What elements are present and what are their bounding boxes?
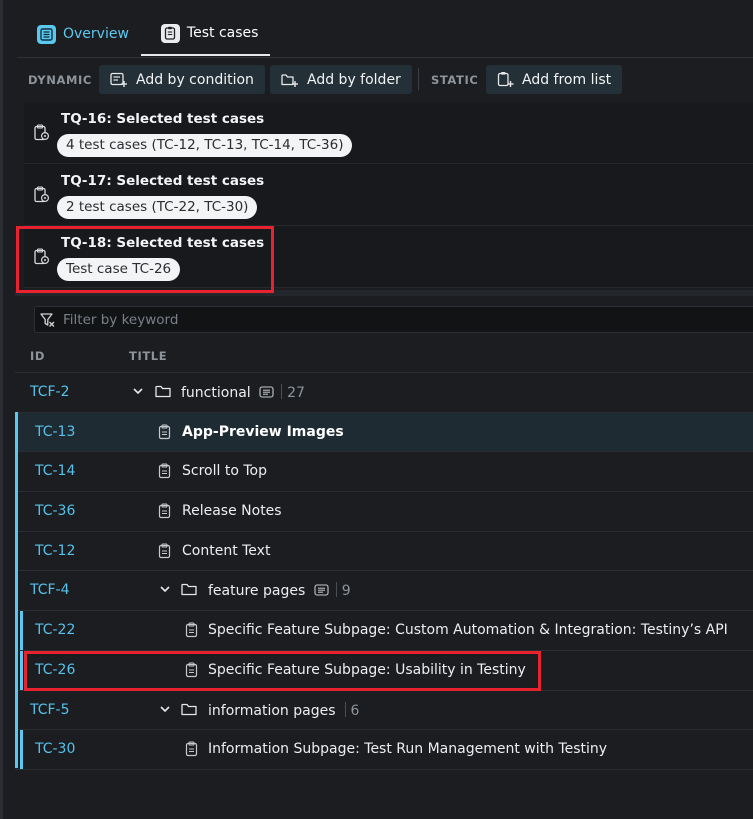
count-divider bbox=[344, 701, 346, 717]
table-row[interactable]: TC-12 Content Text bbox=[15, 532, 753, 572]
query-pill[interactable]: 2 test cases (TC-22, TC-30) bbox=[57, 196, 258, 219]
add-from-list-button[interactable]: Add from list bbox=[486, 65, 623, 94]
column-title-header[interactable]: TITLE bbox=[129, 349, 167, 363]
filter-bar bbox=[34, 306, 753, 333]
folder-label: feature pages 9 bbox=[208, 582, 351, 599]
count-divider bbox=[335, 582, 337, 598]
row-id[interactable]: TCF-4 bbox=[30, 582, 70, 598]
test-case-icon bbox=[185, 741, 198, 761]
query-pill[interactable]: 4 test cases (TC-12, TC-13, TC-14, TC-36… bbox=[57, 134, 353, 157]
folder-icon bbox=[155, 384, 172, 403]
clipboard-icon bbox=[160, 23, 180, 43]
query-clipboard-icon bbox=[34, 186, 50, 207]
tab-overview[interactable]: Overview bbox=[17, 12, 141, 56]
overview-icon bbox=[37, 24, 56, 44]
add-list-icon bbox=[497, 72, 514, 87]
add-from-list-label: Add from list bbox=[522, 71, 612, 88]
chevron-down-icon[interactable] bbox=[131, 384, 145, 402]
add-by-condition-label: Add by condition bbox=[136, 71, 254, 88]
folder-label: information pages 6 bbox=[208, 701, 360, 719]
highlight-box-query bbox=[16, 226, 274, 293]
test-case-icon bbox=[158, 424, 171, 444]
row-title: Scroll to Top bbox=[182, 463, 267, 480]
query-clipboard-icon bbox=[34, 124, 50, 145]
row-id[interactable]: TC-14 bbox=[35, 463, 75, 479]
tree-indent-line bbox=[15, 412, 18, 768]
table-row[interactable]: TC-14 Scroll to Top bbox=[15, 452, 753, 493]
chevron-down-icon[interactable] bbox=[158, 582, 172, 600]
query-item[interactable]: TQ-17: Selected test cases 2 test cases … bbox=[24, 164, 753, 226]
row-id[interactable]: TCF-5 bbox=[30, 702, 70, 718]
query-title: TQ-16: Selected test cases bbox=[61, 111, 265, 127]
description-icon bbox=[259, 386, 274, 398]
folder-icon bbox=[181, 702, 198, 721]
static-label: STATIC bbox=[431, 73, 479, 87]
row-title: App-Preview Images bbox=[182, 423, 344, 440]
query-toolbar: DYNAMIC Add by condition Add by folder S… bbox=[3, 58, 753, 100]
test-case-table: TCF-2 functional 27 TC-13 App-Preview Im… bbox=[15, 373, 753, 770]
row-title: Content Text bbox=[182, 542, 271, 559]
row-id[interactable]: TC-36 bbox=[35, 503, 75, 519]
row-title: Specific Feature Subpage: Custom Automat… bbox=[208, 622, 728, 639]
test-case-icon bbox=[158, 463, 171, 483]
tab-overview-label: Overview bbox=[63, 26, 129, 42]
tab-bar: Overview Test cases bbox=[17, 12, 271, 58]
count-divider bbox=[281, 384, 283, 399]
query-title: TQ-17: Selected test cases bbox=[61, 173, 265, 189]
test-case-icon bbox=[158, 503, 171, 523]
table-row[interactable]: TC-22 Specific Feature Subpage: Custom A… bbox=[15, 611, 753, 651]
folder-count: 27 bbox=[287, 385, 305, 401]
filter-input[interactable] bbox=[63, 311, 663, 328]
add-by-folder-label: Add by folder bbox=[307, 71, 401, 88]
test-case-icon bbox=[185, 622, 198, 642]
folder-row[interactable]: TCF-5 information pages 6 bbox=[15, 691, 753, 731]
folder-icon bbox=[181, 582, 198, 601]
tab-test-cases[interactable]: Test cases bbox=[140, 12, 271, 56]
row-title: Release Notes bbox=[182, 503, 282, 520]
row-id[interactable]: TC-12 bbox=[35, 543, 75, 559]
test-case-icon bbox=[158, 543, 171, 563]
folder-row[interactable]: TCF-2 functional 27 bbox=[15, 373, 753, 413]
table-row[interactable]: TC-30 Information Subpage: Test Run Mana… bbox=[15, 730, 753, 770]
folder-count: 6 bbox=[350, 702, 360, 719]
folder-row[interactable]: TCF-4 feature pages 9 bbox=[15, 571, 753, 612]
add-by-folder-button[interactable]: Add by folder bbox=[270, 65, 412, 94]
column-id-header[interactable]: ID bbox=[30, 349, 45, 363]
row-title: Information Subpage: Test Run Management… bbox=[208, 741, 608, 758]
toolbar-separator bbox=[418, 68, 419, 90]
add-by-condition-button[interactable]: Add by condition bbox=[99, 65, 265, 94]
folder-name: feature pages bbox=[208, 583, 306, 600]
table-row[interactable]: TC-13 App-Preview Images bbox=[15, 412, 753, 453]
chevron-down-icon[interactable] bbox=[158, 702, 172, 720]
description-icon bbox=[314, 584, 329, 596]
folder-name: information pages bbox=[208, 702, 336, 719]
query-item[interactable]: TQ-16: Selected test cases 4 test cases … bbox=[24, 102, 753, 164]
row-id[interactable]: TC-22 bbox=[35, 622, 75, 638]
add-condition-icon bbox=[110, 72, 127, 87]
folder-name: functional bbox=[181, 385, 251, 401]
row-id[interactable]: TC-13 bbox=[35, 424, 75, 440]
folder-label: functional 27 bbox=[181, 384, 305, 401]
add-folder-icon bbox=[281, 73, 298, 87]
dynamic-label: DYNAMIC bbox=[28, 73, 92, 87]
table-header: ID TITLE bbox=[15, 340, 753, 373]
tab-test-cases-label: Test cases bbox=[186, 25, 259, 41]
row-id[interactable]: TCF-2 bbox=[30, 384, 70, 400]
row-id[interactable]: TC-30 bbox=[35, 741, 75, 757]
filter-icon bbox=[40, 312, 55, 327]
folder-count: 9 bbox=[341, 583, 351, 600]
highlight-box-row bbox=[24, 651, 541, 691]
table-row[interactable]: TC-36 Release Notes bbox=[15, 492, 753, 532]
